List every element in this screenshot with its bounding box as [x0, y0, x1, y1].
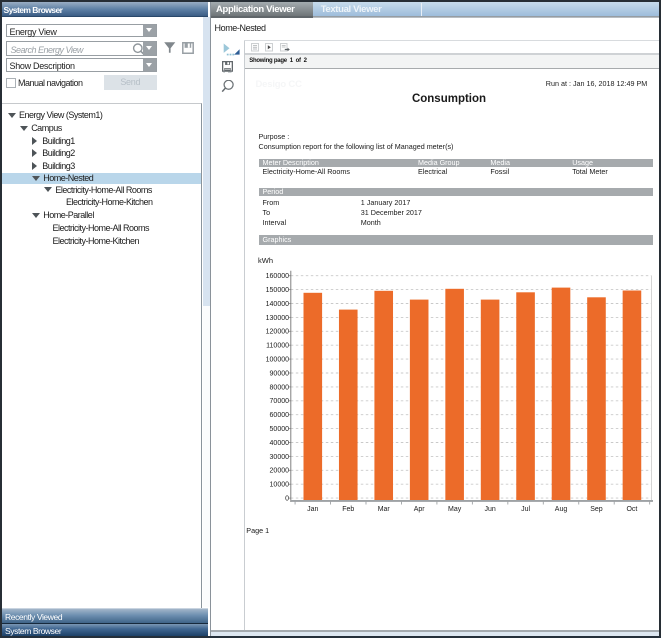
svg-text:May: May [448, 506, 462, 513]
svg-text:40000: 40000 [270, 440, 290, 447]
svg-text:50000: 50000 [270, 426, 290, 433]
svg-text:90000: 90000 [270, 370, 290, 377]
svg-text:Feb: Feb [342, 506, 354, 513]
svg-text:80000: 80000 [270, 384, 290, 391]
svg-text:20000: 20000 [270, 468, 290, 475]
svg-text:140000: 140000 [266, 301, 289, 308]
svg-text:150000: 150000 [266, 287, 289, 294]
svg-text:130000: 130000 [266, 315, 289, 322]
svg-text:Apr: Apr [414, 506, 426, 513]
svg-text:100000: 100000 [266, 357, 289, 364]
svg-text:Jan: Jan [307, 506, 318, 513]
svg-text:10000: 10000 [270, 482, 290, 489]
svg-text:Jul: Jul [521, 506, 530, 513]
svg-text:0: 0 [285, 496, 289, 503]
svg-text:160000: 160000 [266, 273, 289, 280]
svg-text:Mar: Mar [378, 506, 391, 513]
svg-text:Jun: Jun [484, 506, 495, 513]
svg-text:60000: 60000 [270, 412, 290, 419]
svg-text:30000: 30000 [270, 454, 290, 461]
svg-text:kWh: kWh [258, 256, 273, 265]
svg-text:120000: 120000 [266, 329, 289, 336]
svg-text:Aug: Aug [555, 506, 568, 513]
svg-text:110000: 110000 [266, 343, 289, 350]
svg-text:Oct: Oct [626, 506, 637, 513]
svg-text:70000: 70000 [270, 398, 290, 405]
svg-text:Sep: Sep [590, 506, 603, 513]
